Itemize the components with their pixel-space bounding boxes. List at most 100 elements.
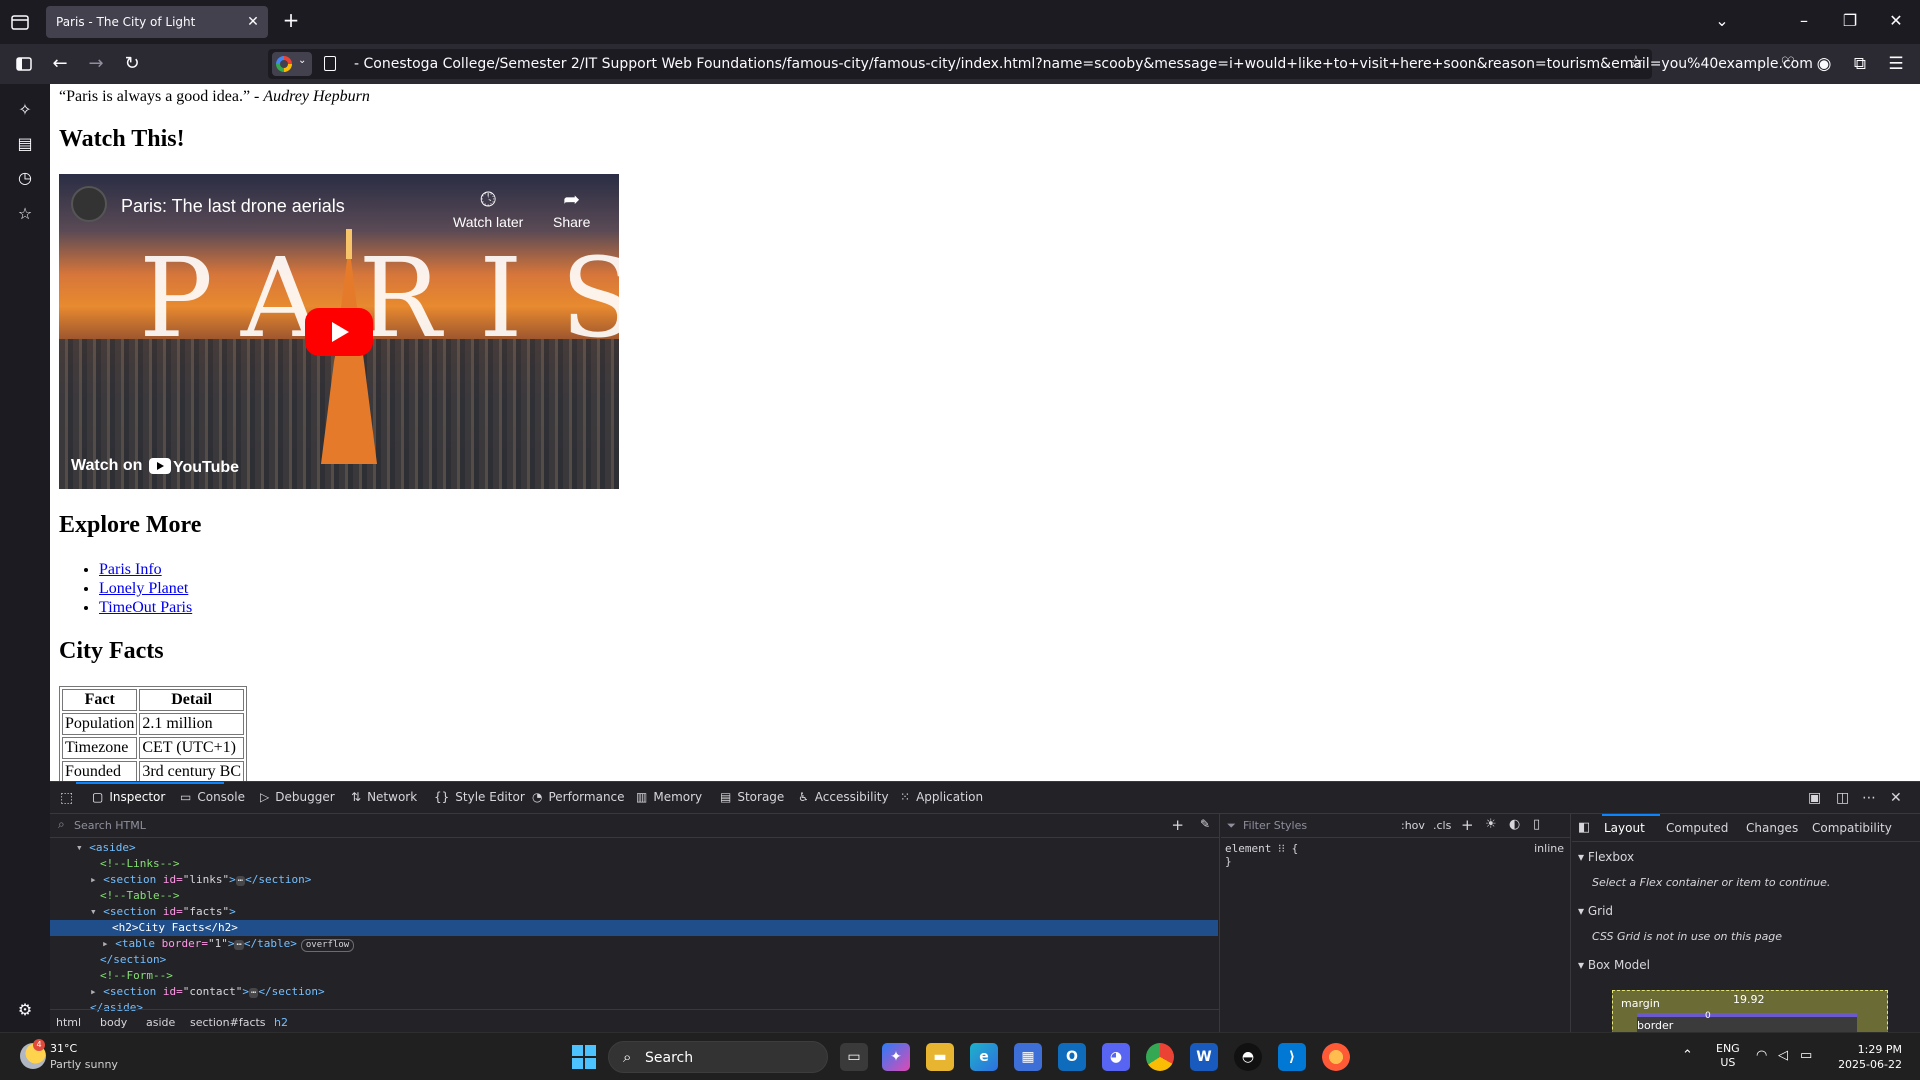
link-paris-info[interactable]: Paris Info xyxy=(99,561,162,578)
vscode-icon[interactable]: ⟩ xyxy=(1278,1043,1306,1071)
task-view-icon[interactable]: ▭ xyxy=(840,1043,868,1071)
close-tab-icon[interactable]: ✕ xyxy=(244,13,262,31)
breadcrumb-item[interactable]: aside xyxy=(146,1016,175,1029)
youtube-embed[interactable]: PARIS Paris: The last drone aerials 🕓︎ W… xyxy=(59,174,619,489)
bookmark-star-icon[interactable]: ☆ xyxy=(1628,52,1644,73)
tree-node[interactable]: ▸ <section id="contact"> ⋯ </section> xyxy=(50,984,1218,1000)
tab-debugger[interactable]: ▷ Debugger xyxy=(260,790,335,804)
tree-node-selected[interactable]: <h2>City Facts</h2> xyxy=(50,920,1218,936)
pocket-icon[interactable]: ♡ xyxy=(1776,52,1800,76)
watch-later-button[interactable]: 🕓︎ Watch later xyxy=(453,186,523,230)
tab-application[interactable]: ⁙ Application xyxy=(900,790,983,804)
light-scheme-icon[interactable]: ☀ xyxy=(1485,817,1497,832)
link-timeout-paris[interactable]: TimeOut Paris xyxy=(99,599,192,616)
tab-style-editor[interactable]: {} Style Editor xyxy=(434,790,525,804)
browser-tab-active[interactable]: Paris - The City of Light ✕ xyxy=(46,6,268,38)
store-icon[interactable]: ▦ xyxy=(1014,1043,1042,1071)
hov-toggle[interactable]: :hov xyxy=(1401,819,1425,832)
taskbar-search[interactable]: ⌕ Search xyxy=(608,1041,828,1073)
show-hidden-icons-chevron-icon[interactable]: ⌃ xyxy=(1682,1048,1693,1063)
toggle-sidebar-icon[interactable]: ◧ xyxy=(1578,820,1590,835)
grid-section-header[interactable]: ▾ Grid xyxy=(1578,904,1613,918)
tab-computed[interactable]: Computed xyxy=(1666,821,1728,835)
bookmarks-icon[interactable]: ☆ xyxy=(13,202,37,226)
pick-element-icon[interactable]: ⬚ xyxy=(60,790,73,806)
history-icon[interactable]: ◷ xyxy=(13,166,37,190)
close-window-button[interactable]: ✕ xyxy=(1876,8,1916,36)
tab-inspector[interactable]: ▢ Inspector xyxy=(92,790,165,804)
add-node-icon[interactable]: + xyxy=(1171,816,1184,834)
overflow-badge[interactable]: overflow xyxy=(300,939,355,952)
back-button[interactable]: ← xyxy=(46,50,74,78)
search-html-input[interactable]: Search HTML xyxy=(74,819,146,832)
search-engine-selector[interactable]: ⌄ xyxy=(272,52,312,76)
tab-list-button[interactable] xyxy=(8,10,32,34)
new-tab-button[interactable]: + xyxy=(279,9,303,33)
close-devtools-icon[interactable]: ✕ xyxy=(1890,790,1902,806)
tab-network[interactable]: ⇅ Network xyxy=(351,790,417,804)
link-lonely-planet[interactable]: Lonely Planet xyxy=(99,580,188,597)
play-button[interactable] xyxy=(305,308,373,356)
youtube-logo[interactable]: YouTube xyxy=(149,458,239,477)
restore-button[interactable]: ❐ xyxy=(1830,8,1870,36)
word-icon[interactable]: W xyxy=(1190,1043,1218,1071)
reload-button[interactable]: ↻ xyxy=(118,50,146,78)
dock-icon[interactable]: ▣ xyxy=(1808,790,1821,806)
volume-icon[interactable]: ◁ xyxy=(1778,1048,1788,1063)
extensions-icon[interactable]: ⧉ xyxy=(1848,52,1872,76)
eyedropper-icon[interactable]: ✎ xyxy=(1200,817,1210,831)
firefox-icon[interactable] xyxy=(1322,1043,1350,1071)
boxmodel-section-header[interactable]: ▾ Box Model xyxy=(1578,958,1650,972)
element-rule[interactable]: element ⁝⁝ { } xyxy=(1225,842,1298,868)
filter-styles-input[interactable]: Filter Styles xyxy=(1243,819,1307,832)
forward-button[interactable]: → xyxy=(82,50,110,78)
account-icon[interactable]: ◉ xyxy=(1812,52,1836,76)
tab-performance[interactable]: ◔ Performance xyxy=(532,790,625,804)
github-icon[interactable]: ◓ xyxy=(1234,1043,1262,1071)
collapsed-ellipsis[interactable]: ⋯ xyxy=(248,988,259,998)
cls-toggle[interactable]: .cls xyxy=(1433,819,1451,832)
input-language[interactable]: ENG US xyxy=(1716,1042,1740,1070)
discord-icon[interactable]: ◕ xyxy=(1102,1043,1130,1071)
chrome-icon[interactable] xyxy=(1146,1043,1174,1071)
tab-console[interactable]: ▭ Console xyxy=(180,790,245,804)
margin-value[interactable]: 19.92 xyxy=(1733,993,1765,1006)
ai-chatbot-icon[interactable]: ✧ xyxy=(13,98,37,122)
tree-node[interactable]: <!--Links--> xyxy=(50,856,1218,872)
tab-accessibility[interactable]: ♿︎ Accessibility xyxy=(798,790,889,804)
more-options-icon[interactable]: ⋯ xyxy=(1862,790,1876,806)
battery-icon[interactable]: ▭ xyxy=(1800,1048,1812,1063)
wifi-icon[interactable]: ◠ xyxy=(1756,1048,1767,1063)
collapsed-ellipsis[interactable]: ⋯ xyxy=(235,876,246,886)
edge-icon[interactable]: e xyxy=(970,1043,998,1071)
tree-node[interactable]: ▸ <section id="links"> ⋯ </section> xyxy=(50,872,1218,888)
tab-layout[interactable]: Layout xyxy=(1604,821,1645,835)
outlook-icon[interactable]: O xyxy=(1058,1043,1086,1071)
file-explorer-icon[interactable]: ▬ xyxy=(926,1043,954,1071)
minimize-button[interactable]: – xyxy=(1784,8,1824,36)
watch-on-label[interactable]: Watch on xyxy=(71,457,142,475)
print-media-icon[interactable]: ▯ xyxy=(1533,817,1540,832)
system-clock[interactable]: 1:29 PM 2025-06-22 xyxy=(1838,1042,1902,1072)
url-text[interactable]: - Conestoga College/Semester 2/IT Suppor… xyxy=(354,56,1813,72)
copilot-icon[interactable]: ✦ xyxy=(882,1043,910,1071)
tab-storage[interactable]: ▤ Storage xyxy=(720,790,784,804)
tree-node[interactable]: <!--Table--> xyxy=(50,888,1218,904)
breadcrumb-item[interactable]: section#facts xyxy=(190,1016,266,1029)
tree-node[interactable]: ▾ <aside> xyxy=(50,840,1218,856)
tab-compatibility[interactable]: Compatibility xyxy=(1812,821,1892,835)
menu-icon[interactable]: ☰ xyxy=(1884,52,1908,76)
video-title[interactable]: Paris: The last drone aerials xyxy=(121,196,345,217)
tree-node[interactable]: <!--Form--> xyxy=(50,968,1218,984)
border-value[interactable]: 0 xyxy=(1705,1011,1711,1021)
channel-avatar[interactable] xyxy=(71,186,107,222)
breadcrumb-item[interactable]: html xyxy=(56,1016,81,1029)
list-all-tabs-chevron-icon[interactable]: ⌄ xyxy=(1702,8,1742,36)
breadcrumb-item[interactable]: body xyxy=(100,1016,127,1029)
breadcrumb-item[interactable]: h2 xyxy=(274,1016,288,1029)
flexbox-section-header[interactable]: ▾ Flexbox xyxy=(1578,850,1634,864)
filter-styles-bar[interactable]: ⏷ Filter Styles :hov .cls + ☀ ◐ ▯ xyxy=(1221,814,1571,838)
share-button[interactable]: ➦ Share xyxy=(553,186,590,230)
settings-gear-icon[interactable]: ⚙ xyxy=(13,998,37,1022)
collapsed-ellipsis[interactable]: ⋯ xyxy=(234,940,244,950)
